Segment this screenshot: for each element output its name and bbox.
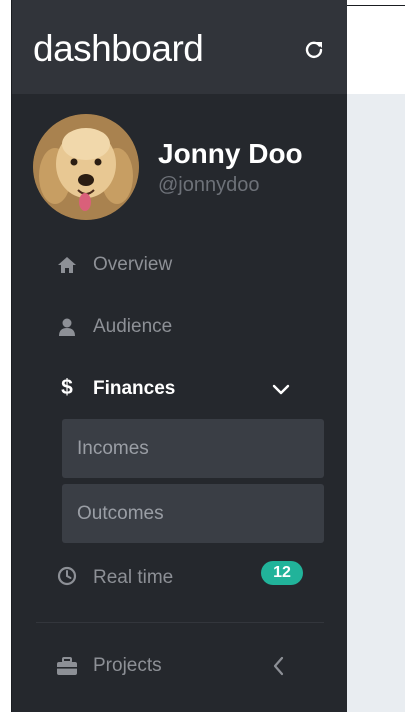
- notification-badge: 12: [261, 561, 303, 585]
- sidebar-item-label: Audience: [93, 316, 173, 337]
- sidebar-item-label: Projects: [93, 655, 162, 676]
- submenu-item-incomes[interactable]: Incomes: [62, 419, 324, 478]
- chevron-left-icon[interactable]: [271, 655, 287, 677]
- main-content: [347, 94, 405, 712]
- app-title: dashboard: [33, 28, 204, 69]
- user-icon: [56, 316, 78, 338]
- refresh-icon[interactable]: [302, 37, 326, 61]
- home-icon: [56, 254, 78, 276]
- submenu-item-label: Outcomes: [77, 503, 164, 524]
- clock-icon: [56, 565, 78, 587]
- avatar[interactable]: [33, 114, 139, 220]
- sidebar-divider: [36, 622, 324, 623]
- user-name: Jonny Doo: [158, 138, 303, 169]
- sidebar-item-overview[interactable]: Overview: [12, 244, 347, 288]
- submenu-item-outcomes[interactable]: Outcomes: [62, 484, 324, 543]
- sidebar-item-label: Real time: [93, 567, 174, 588]
- user-handle: @jonnydoo: [158, 174, 260, 196]
- app-frame: dashboard Jonny Doo @jonnydoo Overview A…: [0, 0, 405, 712]
- sidebar-item-finances[interactable]: $ Finances: [12, 368, 347, 412]
- sidebar-item-label: Finances: [93, 378, 176, 399]
- sidebar-item-projects[interactable]: Projects: [12, 645, 347, 689]
- sidebar-item-audience[interactable]: Audience: [12, 306, 347, 350]
- sidebar: dashboard Jonny Doo @jonnydoo Overview A…: [12, 0, 347, 712]
- briefcase-icon: [56, 655, 78, 677]
- chevron-down-icon[interactable]: [271, 381, 291, 397]
- sidebar-item-realtime[interactable]: Real time 12: [12, 557, 347, 601]
- dollar-icon: $: [61, 376, 73, 399]
- submenu-item-label: Incomes: [77, 438, 149, 459]
- frame-border-top: [347, 5, 405, 6]
- sidebar-header: dashboard: [12, 0, 347, 94]
- sidebar-item-label: Overview: [93, 254, 173, 275]
